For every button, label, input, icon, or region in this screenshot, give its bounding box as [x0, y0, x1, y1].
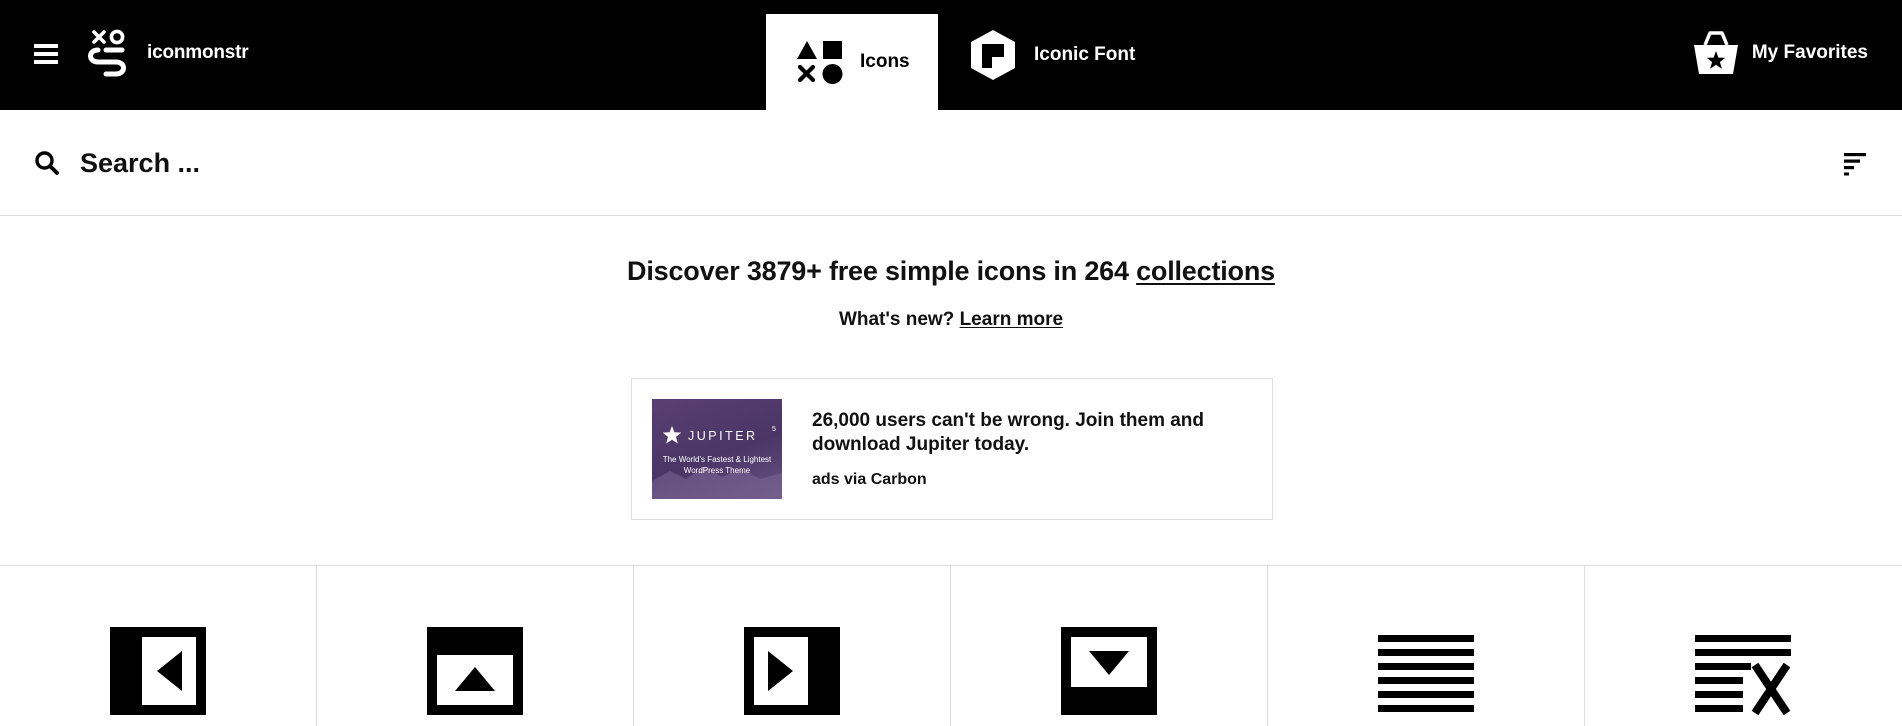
search-icon[interactable]: [34, 150, 60, 176]
panel-down-arrow-icon: [1061, 627, 1157, 715]
font-hexagon-icon: [971, 30, 1015, 80]
icon-grid-cell[interactable]: [317, 566, 634, 726]
my-favorites-label: My Favorites: [1751, 42, 1868, 63]
ad-image[interactable]: JUPITER 5 The World's Fastest & Lightest…: [652, 399, 782, 499]
top-navigation-bar: iconmonstr Icons Iconic Font My Favorite…: [0, 0, 1902, 110]
ad-image-tagline-line-2: WordPress Theme: [683, 466, 751, 475]
ad-image-tagline-line-1: The World's Fastest & Lightest: [662, 455, 772, 464]
whats-new-text: What's new?: [838, 309, 955, 330]
basket-star-icon: [1693, 31, 1738, 74]
icon-grid-cell[interactable]: [1268, 566, 1585, 726]
whats-new-line: What's new? Learn more: [0, 309, 1902, 331]
icon-grid-cell[interactable]: [1585, 566, 1902, 726]
tab-iconic-font[interactable]: Iconic Font: [968, 14, 1135, 110]
search-input[interactable]: [80, 140, 1780, 186]
ad-image-tagline: The World's Fastest & Lightest WordPress…: [652, 454, 782, 476]
collections-link[interactable]: collections: [1136, 256, 1275, 286]
shapes-icon: [797, 41, 843, 84]
headline-text: Discover 3879+ free simple icons in 264: [627, 256, 1129, 286]
page-headline: Discover 3879+ free simple icons in 264 …: [0, 256, 1902, 287]
ads-via-carbon-link[interactable]: ads via Carbon: [812, 471, 927, 489]
filter-icon[interactable]: [1842, 150, 1868, 176]
tab-icons[interactable]: Icons: [766, 14, 938, 110]
panel-left-arrow-icon: [110, 627, 206, 715]
icon-grid-cell[interactable]: [0, 566, 317, 726]
hamburger-menu-icon[interactable]: [34, 44, 58, 64]
my-favorites-link[interactable]: My Favorites: [1692, 28, 1868, 78]
iconmonstr-logo-icon: [88, 29, 126, 77]
learn-more-link[interactable]: Learn more: [960, 309, 1063, 330]
carbon-ad: JUPITER 5 The World's Fastest & Lightest…: [631, 378, 1273, 520]
icon-grid: [0, 565, 1902, 726]
text-lines-icon: [1378, 635, 1474, 712]
icon-grid-cell[interactable]: [634, 566, 951, 726]
panel-right-arrow-icon: [744, 627, 840, 715]
icon-grid-cell[interactable]: [951, 566, 1268, 726]
ad-image-brand-version: 5: [772, 426, 776, 433]
star-icon: [662, 426, 682, 444]
ad-text-link[interactable]: 26,000 users can't be wrong. Join them a…: [812, 409, 1232, 457]
site-logo-text: iconmonstr: [147, 42, 249, 63]
search-bar: [0, 110, 1902, 216]
tab-icons-label: Icons: [860, 51, 910, 72]
site-logo[interactable]: iconmonstr: [86, 28, 249, 78]
ad-image-brand: JUPITER: [688, 429, 758, 443]
panel-up-arrow-icon: [427, 627, 523, 715]
text-lines-delete-icon: [1695, 635, 1791, 715]
tab-iconic-font-label: Iconic Font: [1034, 44, 1136, 65]
